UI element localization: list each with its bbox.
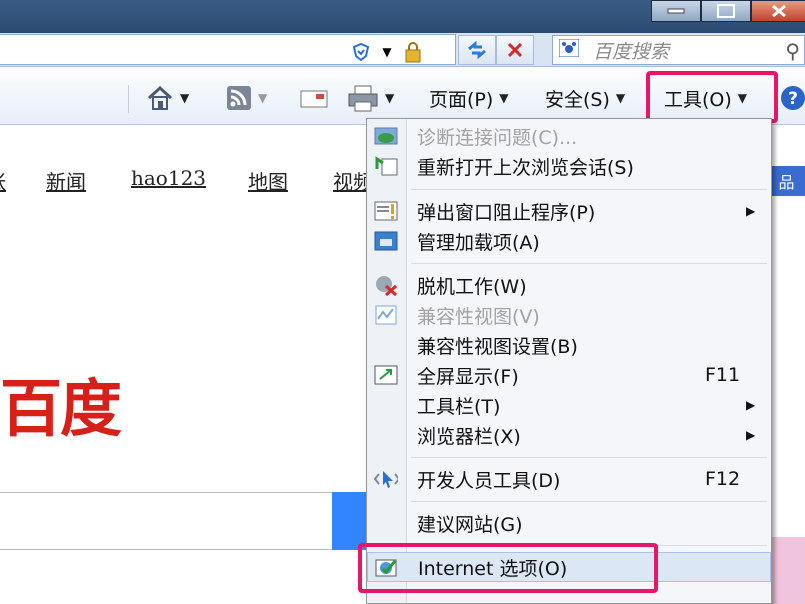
page-menu-label: 页面(P)	[429, 88, 494, 111]
help-button[interactable]: ?	[780, 83, 805, 113]
menu-item-compat-view-settings[interactable]: 兼容性视图设置(B)	[367, 330, 771, 360]
manage-addons-icon	[374, 230, 398, 252]
menu-item-label: 兼容性视图设置(B)	[417, 335, 578, 358]
menu-separator	[411, 189, 767, 190]
chevron-down-icon[interactable]: ▼	[258, 91, 267, 105]
chevron-down-icon: ▼	[615, 91, 626, 105]
menu-item-label: 管理加载项(A)	[417, 231, 540, 254]
refresh-icon	[468, 41, 486, 59]
menu-item-label: 浏览器栏(X)	[417, 425, 521, 448]
menu-item-shortcut: F11	[705, 364, 741, 386]
baidu-search-provider-icon	[558, 38, 580, 61]
rss-icon	[227, 86, 251, 110]
close-window-button[interactable]	[751, 0, 805, 22]
address-bar-icons: ▼	[350, 40, 424, 64]
stop-icon	[507, 42, 523, 58]
separator	[128, 85, 129, 113]
menu-item-popup-blocker[interactable]: 弹出窗口阻止程序(P) ▶	[367, 196, 771, 226]
menu-item-work-offline[interactable]: 脱机工作(W)	[367, 270, 771, 300]
mail-button[interactable]	[300, 83, 328, 113]
menu-item-label: 弹出窗口阻止程序(P)	[417, 201, 596, 224]
print-button[interactable]: ▼	[347, 83, 394, 113]
chevron-down-icon: ▼	[499, 91, 509, 105]
menu-item-label: 全屏显示(F)	[417, 365, 519, 388]
network-diagnose-icon	[374, 125, 398, 147]
dropdown-arrow-icon[interactable]: ▼	[376, 41, 398, 63]
page-search-input[interactable]	[0, 492, 340, 550]
address-bar[interactable]: ▼	[0, 34, 456, 65]
nav-buttons	[458, 35, 534, 65]
menu-item-fullscreen[interactable]: 全屏显示(F) F11	[367, 360, 771, 390]
nav-link-partial[interactable]: 张	[0, 166, 6, 195]
minimize-button[interactable]	[651, 0, 701, 22]
search-icon[interactable]: ⚲	[785, 39, 800, 63]
menu-item-label: 兼容性视图(V)	[417, 305, 540, 328]
menu-item-compat-view[interactable]: 兼容性视图(V)	[367, 300, 771, 330]
menu-item-label: 脱机工作(W)	[417, 275, 527, 298]
maximize-icon	[717, 4, 735, 18]
popup-blocker-icon	[374, 200, 398, 222]
menu-item-shortcut: F12	[705, 468, 741, 490]
menu-item-label: 重新打开上次浏览会话(S)	[417, 156, 634, 179]
compat-view-icon	[374, 304, 398, 326]
chevron-down-icon[interactable]: ▼	[180, 91, 189, 105]
printer-icon	[348, 85, 378, 112]
menu-item-label: 建议网站(G)	[417, 513, 523, 536]
home-icon	[147, 85, 173, 110]
menu-item-developer-tools[interactable]: 开发人员工具(D) F12	[367, 464, 771, 494]
menu-item-explorer-bars[interactable]: 浏览器栏(X) ▶	[367, 420, 771, 450]
minimize-icon	[667, 8, 685, 14]
address-bar-row: ▼ 百度搜索 ⚲	[0, 33, 805, 67]
submenu-arrow-icon: ▶	[746, 204, 756, 218]
menu-item-toolbars[interactable]: 工具栏(T) ▶	[367, 390, 771, 420]
window-controls	[651, 0, 805, 22]
menu-item-reopen-session[interactable]: 重新打开上次浏览会话(S)	[367, 151, 771, 181]
safety-menu-label: 安全(S)	[545, 88, 610, 111]
chevron-down-icon[interactable]: ▼	[385, 91, 394, 105]
maximize-button[interactable]	[701, 0, 751, 22]
smartscreen-icon[interactable]	[350, 41, 372, 63]
menu-item-manage-addons[interactable]: 管理加载项(A)	[367, 226, 771, 256]
close-icon	[772, 4, 786, 18]
mail-icon	[300, 90, 328, 108]
nav-link-map[interactable]: 地图	[248, 166, 288, 195]
search-box[interactable]: 百度搜索 ⚲	[552, 35, 805, 65]
work-offline-icon	[374, 274, 398, 296]
nav-link-news[interactable]: 新闻	[46, 166, 86, 195]
reopen-session-icon	[374, 155, 398, 177]
developer-tools-icon	[374, 468, 398, 490]
search-placeholder: 百度搜索	[593, 40, 670, 63]
tools-highlight-box	[646, 71, 778, 123]
menu-item-diagnose-connection[interactable]: 诊断连接问题(C)...	[367, 121, 771, 151]
window-titlebar	[0, 0, 805, 33]
stop-button[interactable]	[496, 35, 534, 65]
menu-item-label: 开发人员工具(D)	[417, 469, 561, 492]
lock-icon[interactable]	[402, 41, 424, 63]
product-label: 品	[778, 173, 795, 192]
baidu-logo: 百度	[0, 372, 122, 445]
refresh-button[interactable]	[458, 35, 496, 65]
feeds-button[interactable]: ▼	[226, 83, 267, 113]
tools-dropdown-menu: 诊断连接问题(C)... 重新打开上次浏览会话(S) 弹出窗口阻止程序(P) ▶…	[366, 118, 772, 604]
home-button[interactable]: ▼	[146, 83, 189, 113]
safety-menu-button[interactable]: 安全(S) ▼	[545, 83, 625, 113]
submenu-arrow-icon: ▶	[746, 428, 756, 442]
fullscreen-icon	[374, 364, 398, 386]
submenu-arrow-icon: ▶	[746, 398, 756, 412]
page-menu-button[interactable]: 页面(P) ▼	[429, 83, 509, 113]
internet-options-highlight-box	[358, 543, 658, 593]
menu-separator	[411, 457, 767, 458]
menu-separator	[411, 263, 767, 264]
menu-item-suggested-sites[interactable]: 建议网站(G)	[367, 508, 771, 538]
nav-link-hao123[interactable]: hao123	[131, 166, 206, 190]
menu-item-label: 诊断连接问题(C)...	[417, 126, 578, 149]
product-button[interactable]: 品	[768, 166, 805, 196]
help-icon: ?	[781, 86, 805, 110]
menu-item-label: 工具栏(T)	[417, 395, 501, 418]
menu-separator	[411, 501, 767, 502]
svg-text:?: ?	[788, 89, 798, 109]
